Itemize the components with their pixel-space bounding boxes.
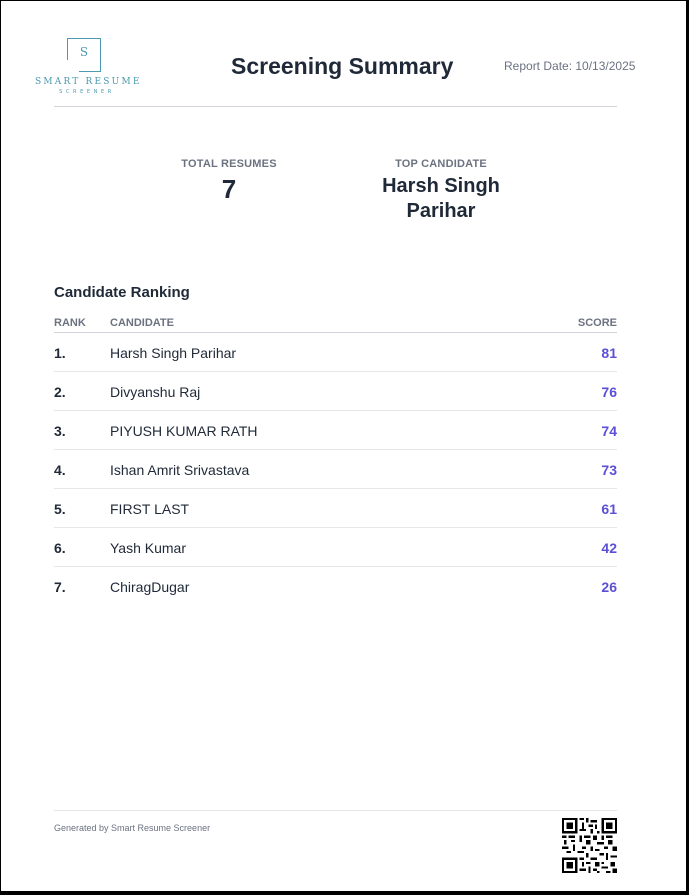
table-row: 1. Harsh Singh Parihar 81 [54, 333, 617, 372]
row-score: 61 [601, 501, 617, 517]
row-rank: 3. [54, 423, 66, 439]
logo-subtitle: SCREENER [59, 89, 115, 95]
footer-text: Generated by Smart Resume Screener [54, 823, 211, 833]
top-candidate-value: Harsh Singh Parihar [382, 175, 500, 222]
row-rank: 1. [54, 345, 66, 361]
row-candidate: Divyanshu Raj [110, 384, 201, 400]
table-row: 6. Yash Kumar 42 [54, 528, 617, 567]
row-score: 26 [601, 579, 617, 595]
section-title-ranking: Candidate Ranking [54, 284, 190, 301]
top-candidate-label: TOP CANDIDATE [395, 158, 487, 170]
row-score: 42 [601, 540, 617, 556]
qr-code-icon [562, 818, 617, 873]
row-candidate: PIYUSH KUMAR RATH [110, 423, 258, 439]
table-row: 2. Divyanshu Raj 76 [54, 372, 617, 411]
row-score: 81 [601, 345, 617, 361]
table-row: 3. PIYUSH KUMAR RATH 74 [54, 411, 617, 450]
table-row: 5. FIRST LAST 61 [54, 489, 617, 528]
total-resumes-label: TOTAL RESUMES [181, 158, 277, 170]
row-candidate: ChiragDugar [110, 579, 190, 595]
page-title: Screening Summary [231, 53, 454, 79]
report-page: S SMART RESUME SCREENER Screening Summar… [1, 1, 686, 891]
top-candidate-stat: TOP CANDIDATE Harsh Singh Parihar [351, 158, 531, 224]
column-header-rank: RANK [54, 317, 86, 329]
column-header-score: SCORE [577, 317, 617, 329]
row-score: 74 [601, 423, 617, 439]
row-candidate: Ishan Amrit Srivastava [110, 462, 250, 478]
row-rank: 5. [54, 501, 66, 517]
row-rank: 2. [54, 384, 66, 400]
row-candidate: FIRST LAST [110, 501, 190, 517]
table-row: 7. ChiragDugar 26 [54, 567, 617, 605]
row-score: 76 [601, 384, 617, 400]
row-candidate: Yash Kumar [110, 540, 186, 556]
table-header: RANK CANDIDATE SCORE [54, 315, 617, 333]
column-header-candidate: CANDIDATE [110, 317, 174, 329]
total-resumes-value: 7 [221, 174, 237, 204]
logo-letter: S [79, 45, 89, 59]
logo-name: SMART RESUME [35, 77, 142, 87]
table-row: 4. Ishan Amrit Srivastava 73 [54, 450, 617, 489]
logo: S SMART RESUME SCREENER [35, 37, 139, 99]
row-candidate: Harsh Singh Parihar [110, 345, 237, 361]
footer-divider [54, 810, 617, 811]
total-resumes-stat: TOTAL RESUMES 7 [169, 158, 289, 205]
ranking-table: RANK CANDIDATE SCORE 1. Harsh Singh Pari… [54, 315, 617, 605]
row-score: 73 [601, 462, 617, 478]
row-rank: 7. [54, 579, 66, 595]
logo-frame-icon: S [67, 38, 101, 72]
row-rank: 4. [54, 462, 66, 478]
header-divider [54, 106, 617, 107]
report-date: Report Date: 10/13/2025 [504, 59, 636, 73]
row-rank: 6. [54, 540, 66, 556]
